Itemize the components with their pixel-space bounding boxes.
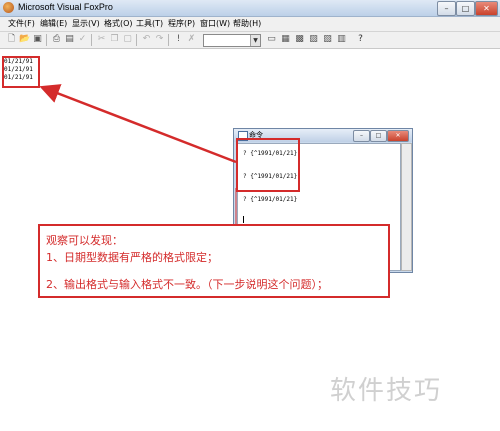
main-window: Microsoft Visual FoxPro – □ ✕ 文件(F) 编辑(E… — [0, 0, 500, 420]
annotation-arrows — [39, 84, 237, 224]
watermark-text: 软件技巧 — [330, 376, 443, 406]
arrow-to-output — [39, 84, 237, 164]
